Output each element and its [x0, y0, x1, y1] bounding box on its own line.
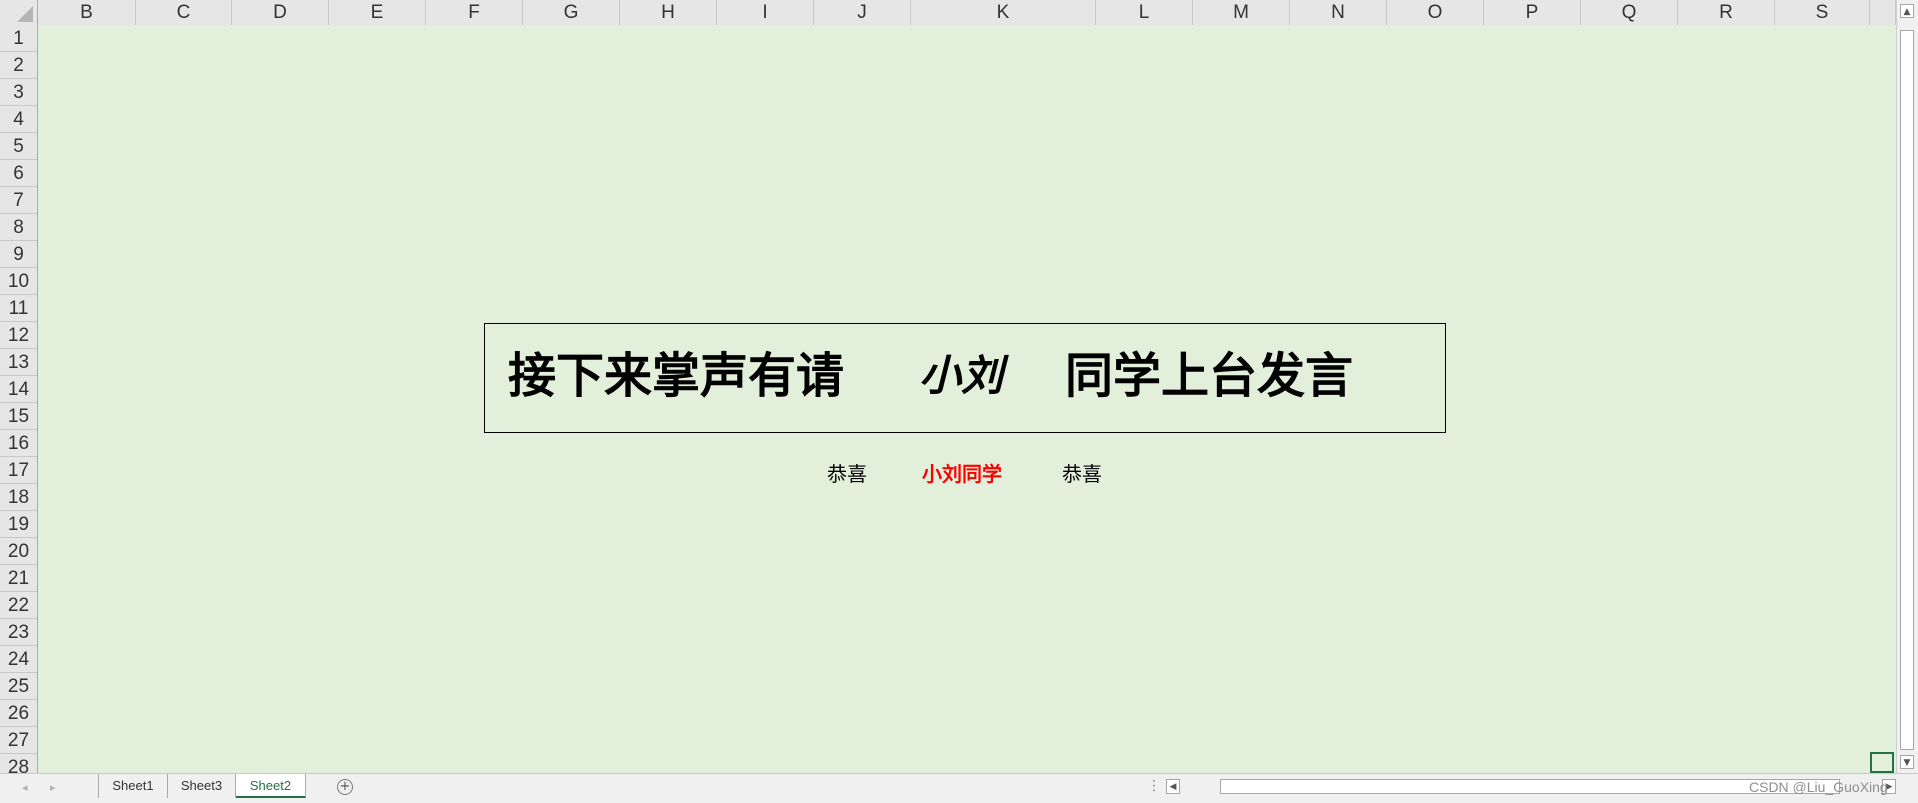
column-header-d[interactable]: D [232, 0, 329, 25]
column-header-i[interactable]: I [717, 0, 814, 25]
row-header-21[interactable]: 21 [0, 565, 37, 592]
splitter-dots-icon[interactable]: ⋮ [1147, 778, 1161, 794]
horizontal-scroll-thumb[interactable] [1220, 779, 1840, 794]
tab-sheet2-active[interactable]: Sheet2 [236, 774, 306, 798]
row-header-bar: 1 2 3 4 5 6 7 8 9 10 11 12 13 14 15 16 1… [0, 25, 38, 773]
vertical-scrollbar[interactable]: ▲ ▼ [1896, 0, 1918, 773]
announcement-text-right: 同学上台发言 [1065, 348, 1354, 404]
active-cell-selection[interactable] [1870, 752, 1894, 773]
congrats-text-right[interactable]: 恭喜 [1062, 460, 1102, 488]
row-header-14[interactable]: 14 [0, 376, 37, 403]
row-header-28[interactable]: 28 [0, 754, 37, 773]
column-header-q[interactable]: Q [1581, 0, 1678, 25]
row-header-13[interactable]: 13 [0, 349, 37, 376]
row-header-3[interactable]: 3 [0, 79, 37, 106]
row-header-15[interactable]: 15 [0, 403, 37, 430]
announcement-text-box[interactable]: 接下来掌声有请 小刘 同学上台发言 [484, 323, 1446, 433]
row-header-22[interactable]: 22 [0, 592, 37, 619]
select-all-icon [17, 6, 33, 22]
column-header-b[interactable]: B [38, 0, 136, 25]
tab-sheet1[interactable]: Sheet1 [98, 774, 168, 798]
row-header-6[interactable]: 6 [0, 160, 37, 187]
row-header-24[interactable]: 24 [0, 646, 37, 673]
add-sheet-icon[interactable]: + [337, 779, 353, 795]
row-header-16[interactable]: 16 [0, 430, 37, 457]
row-header-26[interactable]: 26 [0, 700, 37, 727]
column-header-filler [1870, 0, 1896, 25]
row-header-1[interactable]: 1 [0, 25, 37, 52]
scroll-left-icon[interactable]: ◀ [1166, 779, 1180, 794]
congrats-text-left[interactable]: 恭喜 [827, 460, 867, 488]
highlighted-name[interactable]: 小刘同学 [922, 460, 1002, 488]
row-header-11[interactable]: 11 [0, 295, 37, 322]
column-header-r[interactable]: R [1678, 0, 1775, 25]
tab-sheet3[interactable]: Sheet3 [168, 774, 236, 798]
row-header-2[interactable]: 2 [0, 52, 37, 79]
row-header-7[interactable]: 7 [0, 187, 37, 214]
scroll-down-icon[interactable]: ▼ [1900, 755, 1914, 769]
row-header-4[interactable]: 4 [0, 106, 37, 133]
column-header-p[interactable]: P [1484, 0, 1581, 25]
select-all-button[interactable] [0, 0, 38, 25]
column-header-c[interactable]: C [136, 0, 232, 25]
row-header-19[interactable]: 19 [0, 511, 37, 538]
row-header-9[interactable]: 9 [0, 241, 37, 268]
announcement-name: 小刘 [919, 351, 1004, 400]
row-header-18[interactable]: 18 [0, 484, 37, 511]
column-header-n[interactable]: N [1290, 0, 1387, 25]
row-header-27[interactable]: 27 [0, 727, 37, 754]
column-header-g[interactable]: G [523, 0, 620, 25]
column-header-h[interactable]: H [620, 0, 717, 25]
row-header-12[interactable]: 12 [0, 322, 37, 349]
column-header-j[interactable]: J [814, 0, 911, 25]
column-header-k[interactable]: K [911, 0, 1096, 25]
column-header-s[interactable]: S [1775, 0, 1870, 25]
column-header-l[interactable]: L [1096, 0, 1193, 25]
row-header-25[interactable]: 25 [0, 673, 37, 700]
row-header-20[interactable]: 20 [0, 538, 37, 565]
column-header-bar: B C D E F G H I J K L M N O P Q R S [0, 0, 1896, 26]
next-sheet-icon[interactable]: ▸ [50, 781, 56, 794]
previous-sheet-icon[interactable]: ◂ [22, 781, 28, 794]
sheet-tab-bar: ◂ ▸ Sheet1 Sheet3 Sheet2 + ⋮ ◀ ▶ CSDN @L… [0, 773, 1918, 803]
row-header-10[interactable]: 10 [0, 268, 37, 295]
row-header-5[interactable]: 5 [0, 133, 37, 160]
vertical-scroll-thumb[interactable] [1900, 30, 1914, 750]
column-header-f[interactable]: F [426, 0, 523, 25]
column-header-m[interactable]: M [1193, 0, 1290, 25]
watermark-text: CSDN @Liu_GuoXing [1749, 779, 1888, 795]
spreadsheet-window: B C D E F G H I J K L M N O P Q R S 1 2 … [0, 0, 1918, 803]
scroll-up-icon[interactable]: ▲ [1900, 4, 1914, 18]
column-header-e[interactable]: E [329, 0, 426, 25]
row-header-17[interactable]: 17 [0, 457, 37, 484]
row-header-23[interactable]: 23 [0, 619, 37, 646]
announcement-text-left: 接下来掌声有请 [508, 348, 845, 404]
row-header-8[interactable]: 8 [0, 214, 37, 241]
column-header-o[interactable]: O [1387, 0, 1484, 25]
